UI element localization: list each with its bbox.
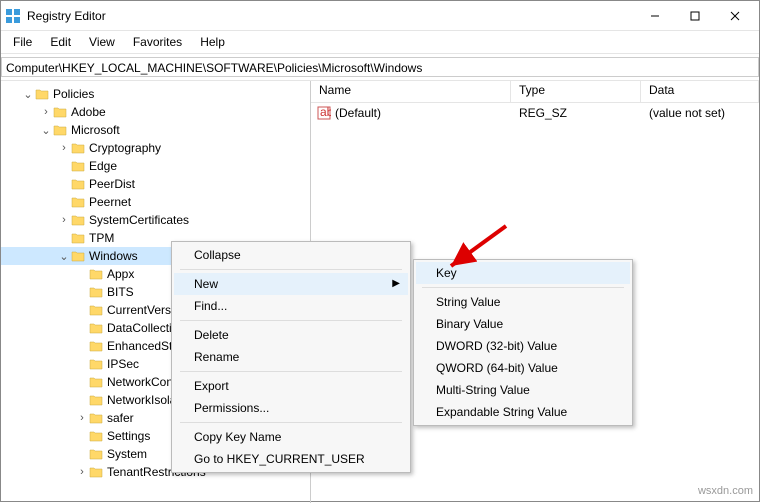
tree-cryptography[interactable]: ›Cryptography — [1, 139, 310, 157]
menu-help[interactable]: Help — [192, 33, 233, 51]
col-data[interactable]: Data — [641, 81, 759, 102]
menu-view[interactable]: View — [81, 33, 123, 51]
ctx-collapse[interactable]: Collapse — [174, 244, 408, 266]
ctx-new-key[interactable]: Key — [416, 262, 630, 284]
chevron-right-icon[interactable]: › — [75, 412, 89, 424]
tree-edge[interactable]: Edge — [1, 157, 310, 175]
ctx-new-dword[interactable]: DWORD (32-bit) Value — [416, 335, 630, 357]
tree-peerdist[interactable]: PeerDist — [1, 175, 310, 193]
ctx-new-multistring[interactable]: Multi-String Value — [416, 379, 630, 401]
col-type[interactable]: Type — [511, 81, 641, 102]
separator — [180, 371, 402, 372]
ctx-new-string[interactable]: String Value — [416, 291, 630, 313]
ctx-delete[interactable]: Delete — [174, 324, 408, 346]
ctx-rename[interactable]: Rename — [174, 346, 408, 368]
ctx-copy-key-name[interactable]: Copy Key Name — [174, 426, 408, 448]
new-submenu: Key String Value Binary Value DWORD (32-… — [413, 259, 633, 426]
path-input[interactable]: Computer\HKEY_LOCAL_MACHINE\SOFTWARE\Pol… — [1, 57, 759, 77]
address-bar: Computer\HKEY_LOCAL_MACHINE\SOFTWARE\Pol… — [1, 53, 759, 81]
separator — [422, 287, 624, 288]
col-name[interactable]: Name — [311, 81, 511, 102]
separator — [180, 269, 402, 270]
separator — [180, 422, 402, 423]
watermark: wsxdn.com — [698, 485, 753, 497]
separator — [180, 320, 402, 321]
chevron-right-icon[interactable]: › — [57, 142, 71, 154]
chevron-right-icon[interactable]: › — [75, 466, 89, 478]
menu-edit[interactable]: Edit — [42, 33, 79, 51]
tree-microsoft[interactable]: ⌄Microsoft — [1, 121, 310, 139]
ctx-find[interactable]: Find... — [174, 295, 408, 317]
tree-syscert[interactable]: ›SystemCertificates — [1, 211, 310, 229]
ctx-goto-hkcu[interactable]: Go to HKEY_CURRENT_USER — [174, 448, 408, 470]
app-icon — [5, 8, 21, 24]
close-button[interactable] — [715, 1, 755, 31]
chevron-right-icon[interactable]: › — [39, 106, 53, 118]
chevron-right-icon[interactable]: › — [57, 214, 71, 226]
chevron-down-icon[interactable]: ⌄ — [39, 124, 53, 137]
maximize-button[interactable] — [675, 1, 715, 31]
svg-text:ab: ab — [320, 106, 331, 119]
chevron-down-icon[interactable]: ⌄ — [21, 88, 35, 101]
ctx-permissions[interactable]: Permissions... — [174, 397, 408, 419]
menubar: File Edit View Favorites Help — [1, 31, 759, 53]
tree-policies[interactable]: ⌄Policies — [1, 85, 310, 103]
submenu-arrow-icon: ▶ — [392, 278, 400, 289]
minimize-button[interactable] — [635, 1, 675, 31]
tree-adobe[interactable]: ›Adobe — [1, 103, 310, 121]
ctx-new-qword[interactable]: QWORD (64-bit) Value — [416, 357, 630, 379]
value-row-default[interactable]: ab(Default) REG_SZ (value not set) — [311, 103, 759, 123]
ctx-new[interactable]: New▶ — [174, 273, 408, 295]
ctx-export[interactable]: Export — [174, 375, 408, 397]
list-header: Name Type Data — [311, 81, 759, 103]
menu-file[interactable]: File — [5, 33, 40, 51]
menu-favorites[interactable]: Favorites — [125, 33, 190, 51]
tree-peernet[interactable]: Peernet — [1, 193, 310, 211]
string-value-icon: ab — [317, 106, 331, 120]
titlebar: Registry Editor — [1, 1, 759, 31]
ctx-new-binary[interactable]: Binary Value — [416, 313, 630, 335]
ctx-new-expandstring[interactable]: Expandable String Value — [416, 401, 630, 423]
context-menu: Collapse New▶ Find... Delete Rename Expo… — [171, 241, 411, 473]
window-title: Registry Editor — [27, 9, 635, 23]
chevron-down-icon[interactable]: ⌄ — [57, 250, 71, 263]
